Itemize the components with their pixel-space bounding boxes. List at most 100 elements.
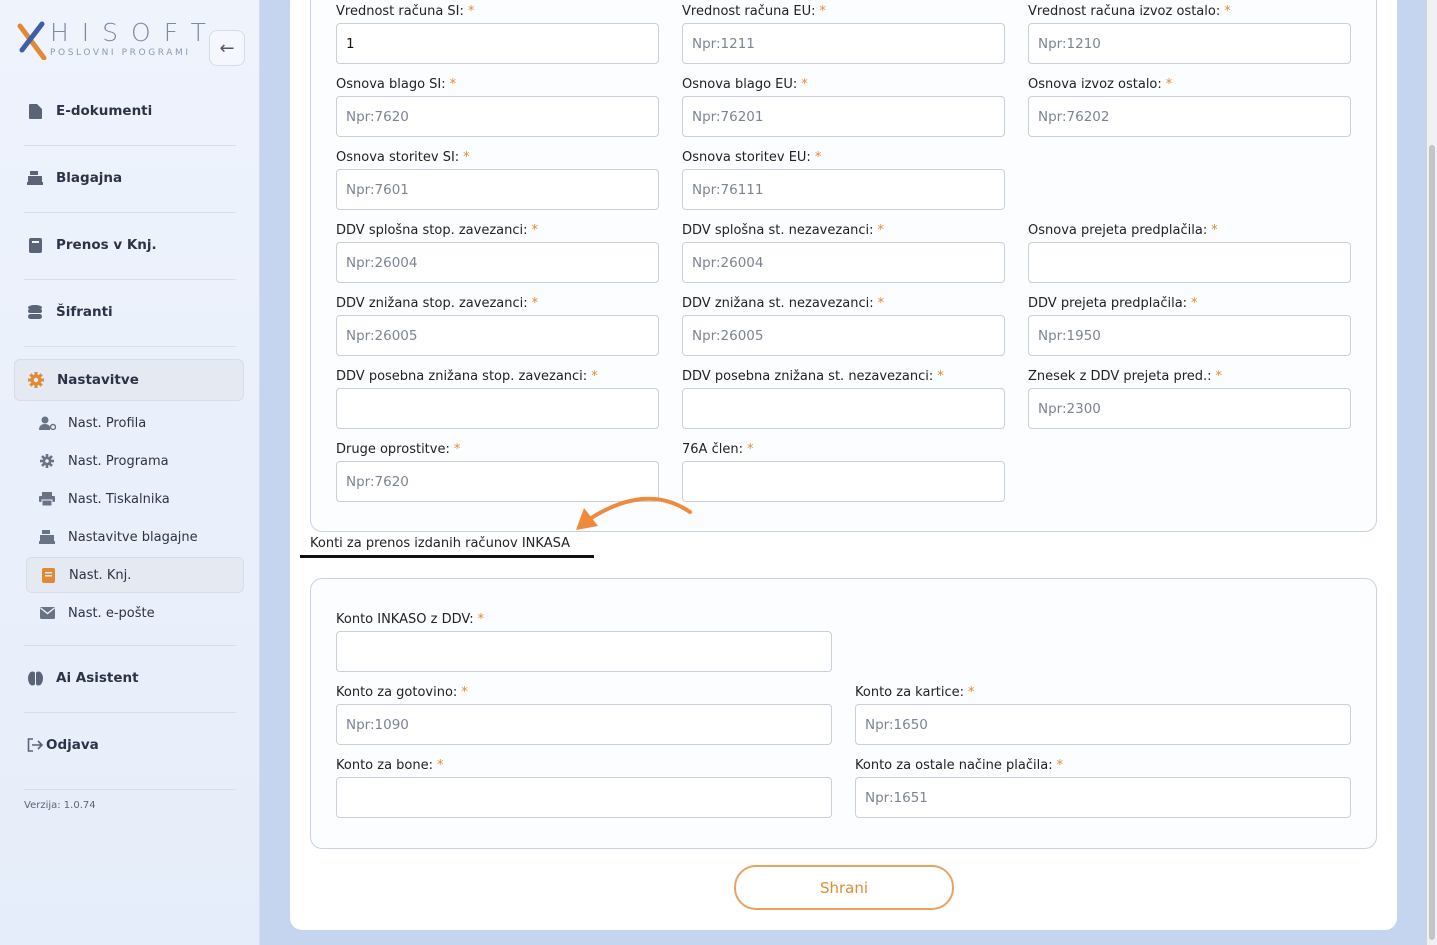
- field-label-ddv-splosna-zav: DDV splošna stop. zavezanci: *: [336, 223, 539, 238]
- field-label-vrednost-eu: Vrednost računa EU: *: [682, 4, 827, 19]
- sidebar-subitem-nastavitve-blagajne[interactable]: Nastavitve blagajne: [26, 519, 244, 555]
- divider: [24, 346, 236, 347]
- sidebar-item-ai-asistent[interactable]: Ai Asistent: [14, 657, 244, 699]
- field-label-konto-kartice: Konto za kartice: *: [855, 685, 975, 700]
- brain-icon: [26, 669, 44, 687]
- field-label-konto-ostale: Konto za ostale načine plačila: *: [855, 758, 1064, 773]
- printer-icon: [38, 491, 56, 507]
- znesek-z-ddv-prejeta-input[interactable]: [1028, 388, 1351, 429]
- sidebar-subitem-label: Nast. Programa: [68, 453, 169, 469]
- sidebar-item-odjava[interactable]: Odjava: [14, 724, 244, 766]
- konto-za-kartice-input[interactable]: [855, 704, 1351, 745]
- arrow-left-icon: ←: [219, 37, 235, 59]
- sidebar-item-label: Šifranti: [56, 304, 113, 320]
- save-button[interactable]: Shrani: [734, 865, 954, 910]
- cash-register-icon: [26, 169, 44, 187]
- sidebar-subitem-nast-tiskalnika[interactable]: Nast. Tiskalnika: [26, 481, 244, 517]
- logo-text: HISOFT: [50, 18, 219, 47]
- logo-subtitle: POSLOVNI PROGRAMI: [50, 48, 191, 58]
- logout-icon: [26, 736, 44, 754]
- logo-x-icon: [17, 21, 47, 60]
- document-icon: [26, 102, 44, 120]
- field-label-konto-inkaso: Konto INKASO z DDV: *: [336, 612, 485, 627]
- osnova-blago-eu-input[interactable]: [682, 96, 1005, 137]
- ddv-znizana-zavezanci-input[interactable]: [336, 315, 659, 356]
- osnova-storitev-eu-input[interactable]: [682, 169, 1005, 210]
- sidebar-subitem-nast-eposte[interactable]: Nast. e-pošte: [26, 595, 244, 631]
- konto-za-gotovino-input[interactable]: [336, 704, 832, 745]
- sidebar-subitem-nast-programa[interactable]: Nast. Programa: [26, 443, 244, 479]
- sidebar-subitem-nast-profila[interactable]: Nast. Profila: [26, 405, 244, 441]
- sidebar-item-blagajna[interactable]: Blagajna: [14, 157, 244, 199]
- scrollbar-thumb[interactable]: [1429, 145, 1435, 940]
- divider: [24, 279, 236, 280]
- divider: [24, 145, 236, 146]
- field-label-ddv-prejeta-predplacila: DDV prejeta predplačila: *: [1028, 296, 1198, 311]
- osnova-blago-si-input[interactable]: [336, 96, 659, 137]
- database-icon: [26, 303, 44, 321]
- envelope-icon: [38, 605, 56, 621]
- field-label-osnova-predplacila: Osnova prejeta predplačila: *: [1028, 223, 1218, 238]
- field-label-vrednost-izvoz: Vrednost računa izvoz ostalo: *: [1028, 4, 1231, 19]
- ddv-znizana-nezavezanci-input[interactable]: [682, 315, 1005, 356]
- osnova-prejeta-predplacila-input[interactable]: [1028, 242, 1351, 283]
- cash-register-icon: [38, 529, 56, 545]
- ddv-posebna-znizana-zavezanci-input[interactable]: [336, 388, 659, 429]
- sidebar-item-label: Ai Asistent: [56, 670, 139, 686]
- vrednost-racuna-eu-input[interactable]: [682, 23, 1005, 64]
- vrednost-racuna-izvoz-input[interactable]: [1028, 23, 1351, 64]
- sidebar-item-e-dokumenti[interactable]: E-dokumenti: [14, 90, 244, 132]
- field-label-ddv-posebna-nezav: DDV posebna znižana st. nezavezanci: *: [682, 369, 944, 384]
- collapse-sidebar-button[interactable]: ←: [209, 30, 245, 66]
- sidebar-subitem-label: Nast. Knj.: [69, 567, 132, 583]
- sidebar-subitem-label: Nast. e-pošte: [68, 605, 155, 621]
- clen-76a-input[interactable]: [682, 461, 1005, 502]
- sidebar-item-sifranti[interactable]: Šifranti: [14, 291, 244, 333]
- field-label-druge-oprostitve: Druge oprostitve: *: [336, 442, 461, 457]
- ddv-prejeta-predplacila-input[interactable]: [1028, 315, 1351, 356]
- field-label-osnova-blago-si: Osnova blago SI: *: [336, 77, 457, 92]
- konto-inkaso-z-ddv-input[interactable]: [336, 631, 832, 672]
- gear-icon: [38, 453, 56, 469]
- sidebar-item-prenos[interactable]: Prenos v Knj.: [14, 224, 244, 266]
- sidebar-item-nastavitve[interactable]: Nastavitve: [14, 359, 244, 401]
- ddv-splosna-zavezanci-input[interactable]: [336, 242, 659, 283]
- sidebar-subitem-label: Nastavitve blagajne: [68, 529, 198, 545]
- osnova-storitev-si-input[interactable]: [336, 169, 659, 210]
- book-icon: [39, 567, 57, 583]
- field-label-osnova-storitev-si: Osnova storitev SI: *: [336, 150, 470, 165]
- sidebar-item-label: Prenos v Knj.: [56, 237, 157, 253]
- field-label-ddv-znizana-nezav: DDV znižana st. nezavezanci: *: [682, 296, 885, 311]
- gear-icon: [27, 371, 45, 389]
- sidebar-item-label: Nastavitve: [57, 372, 139, 388]
- user-gear-icon: [38, 415, 56, 431]
- field-label-konto-gotovino: Konto za gotovino: *: [336, 685, 468, 700]
- sidebar-item-label: E-dokumenti: [56, 103, 153, 119]
- sidebar-item-label: Odjava: [46, 737, 99, 753]
- field-label-ddv-posebna-zav: DDV posebna znižana stop. zavezanci: *: [336, 369, 598, 384]
- field-label-ddv-splosna-nezav: DDV splošna st. nezavezanci: *: [682, 223, 885, 238]
- field-label-osnova-izvoz: Osnova izvoz ostalo: *: [1028, 77, 1173, 92]
- osnova-izvoz-ostalo-input[interactable]: [1028, 96, 1351, 137]
- sidebar-item-label: Blagajna: [56, 170, 123, 186]
- book-icon: [26, 236, 44, 254]
- sidebar-subitem-nast-knj[interactable]: Nast. Knj.: [26, 557, 244, 593]
- konto-za-bone-input[interactable]: [336, 777, 832, 818]
- divider: [24, 212, 236, 213]
- vrednost-racuna-si-input[interactable]: [336, 23, 659, 64]
- ddv-splosna-nezavezanci-input[interactable]: [682, 242, 1005, 283]
- field-label-osnova-storitev-eu: Osnova storitev EU: *: [682, 150, 822, 165]
- field-label-76a-clen: 76A člen: *: [682, 442, 754, 457]
- field-label-vrednost-si: Vrednost računa SI: *: [336, 4, 475, 19]
- sidebar: HISOFT POSLOVNI PROGRAMI ← E-dokumenti B…: [0, 0, 260, 945]
- divider: [24, 789, 236, 790]
- field-label-ddv-znizana-zav: DDV znižana stop. zavezanci: *: [336, 296, 539, 311]
- ddv-posebna-znizana-nezavezanci-input[interactable]: [682, 388, 1005, 429]
- logo: HISOFT POSLOVNI PROGRAMI: [16, 18, 206, 66]
- field-label-konto-bone: Konto za bone: *: [336, 758, 444, 773]
- konto-za-ostale-nacine-input[interactable]: [855, 777, 1351, 818]
- version-text: Verzija: 1.0.74: [24, 800, 96, 811]
- field-label-znesek-z-ddv: Znesek z DDV prejeta pred.: *: [1028, 369, 1223, 384]
- annotation-arrow-icon: [576, 496, 692, 530]
- sidebar-subitem-label: Nast. Tiskalnika: [68, 491, 170, 507]
